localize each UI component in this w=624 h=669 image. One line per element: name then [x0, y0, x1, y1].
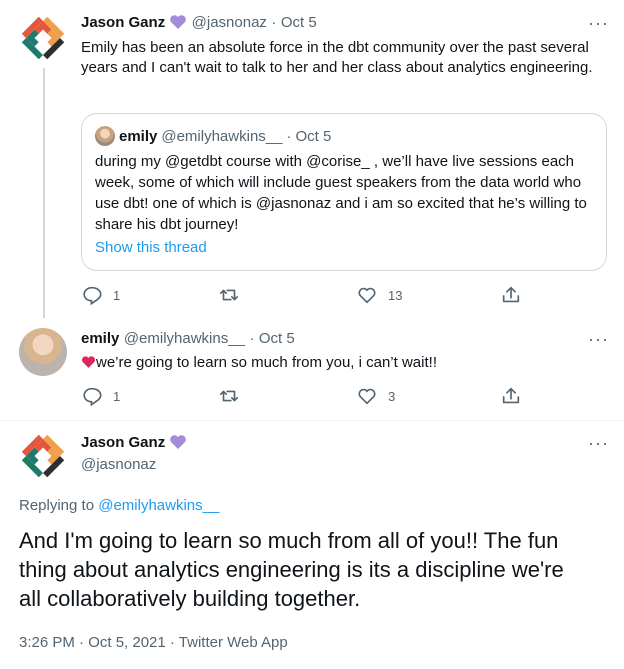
purple-heart-icon: [169, 14, 187, 35]
quote-date: Oct 5: [295, 127, 332, 145]
retweet-icon: [219, 390, 239, 402]
tweet2-header: emily @emilyhawkins__ · Oct 5: [81, 330, 295, 348]
like-button[interactable]: 13: [356, 284, 402, 306]
like-icon: [358, 388, 376, 405]
retweet-button[interactable]: [218, 284, 250, 306]
show-thread-link[interactable]: Show this thread: [95, 238, 207, 258]
author-handle[interactable]: @jasnonaz: [192, 14, 267, 31]
avatar-emily[interactable]: [19, 328, 67, 376]
author-name[interactable]: Jason Ganz: [81, 434, 165, 451]
avatar-jason[interactable]: [19, 14, 67, 62]
replying-to-handle[interactable]: @emilyhawkins__: [98, 497, 219, 514]
share-icon: [502, 387, 520, 404]
share-button[interactable]: [500, 284, 522, 306]
tweet3-meta[interactable]: 3:26 PM · Oct 5, 2021 · Twitter Web App: [19, 634, 288, 651]
replying-to: Replying to @emilyhawkins__: [19, 497, 219, 514]
quote-author-name: emily: [119, 127, 158, 145]
tweet3-text: And I'm going to learn so much from all …: [19, 528, 564, 611]
like-count: 13: [388, 287, 403, 303]
retweet-icon: [219, 289, 239, 301]
reply-button[interactable]: 1: [81, 284, 120, 306]
quote-header: emily @emilyhawkins__ · Oct 5: [95, 126, 331, 146]
reply-icon: [83, 286, 102, 306]
tweet2-text: we’re going to learn so much from you, i…: [96, 354, 437, 371]
avatar-emily-small: [95, 126, 115, 146]
like-count: 3: [388, 388, 396, 404]
tweet1-header: Jason Ganz @jasnonaz · Oct 5: [81, 14, 317, 35]
like-icon: [358, 287, 376, 304]
tweet-date[interactable]: Oct 5: [281, 14, 317, 31]
more-options-icon[interactable]: ···: [588, 434, 609, 452]
share-button[interactable]: [500, 385, 522, 407]
thread-line: [43, 68, 45, 318]
quoted-tweet[interactable]: emily @emilyhawkins__ · Oct 5 during my …: [81, 113, 607, 271]
tweet-date[interactable]: Oct 5: [259, 330, 295, 347]
tweet3-author: Jason Ganz: [81, 434, 187, 455]
author-name[interactable]: emily: [81, 330, 119, 347]
quote-author-handle: @emilyhawkins__: [161, 127, 283, 145]
reply-count: 1: [113, 388, 121, 404]
author-handle[interactable]: @emilyhawkins__: [124, 330, 245, 347]
like-button[interactable]: 3: [356, 385, 395, 407]
quote-text: during my @getdbt course with @corise_ ,…: [95, 153, 587, 233]
author-name[interactable]: Jason Ganz: [81, 14, 165, 31]
tweet1-text: Emily has been an absolute force in the …: [81, 39, 593, 76]
more-options-icon[interactable]: ···: [588, 330, 609, 348]
red-heart-icon: [81, 356, 96, 368]
divider: [0, 420, 624, 421]
reply-count: 1: [113, 287, 121, 303]
replying-to-label: Replying to: [19, 497, 95, 514]
reply-icon: [83, 387, 102, 407]
author-handle[interactable]: @jasnonaz: [81, 456, 156, 473]
dot-separator: ·: [271, 14, 277, 31]
tweet2-text-row: we’re going to learn so much from you, i…: [81, 353, 437, 373]
more-options-icon[interactable]: ···: [588, 14, 609, 32]
dot-separator: ·: [249, 330, 255, 347]
reply-button[interactable]: 1: [81, 385, 120, 407]
purple-heart-icon: [169, 434, 187, 455]
dot-separator: ·: [286, 127, 292, 145]
avatar-jason[interactable]: [19, 432, 67, 480]
share-icon: [502, 286, 520, 303]
retweet-button[interactable]: [218, 385, 250, 407]
